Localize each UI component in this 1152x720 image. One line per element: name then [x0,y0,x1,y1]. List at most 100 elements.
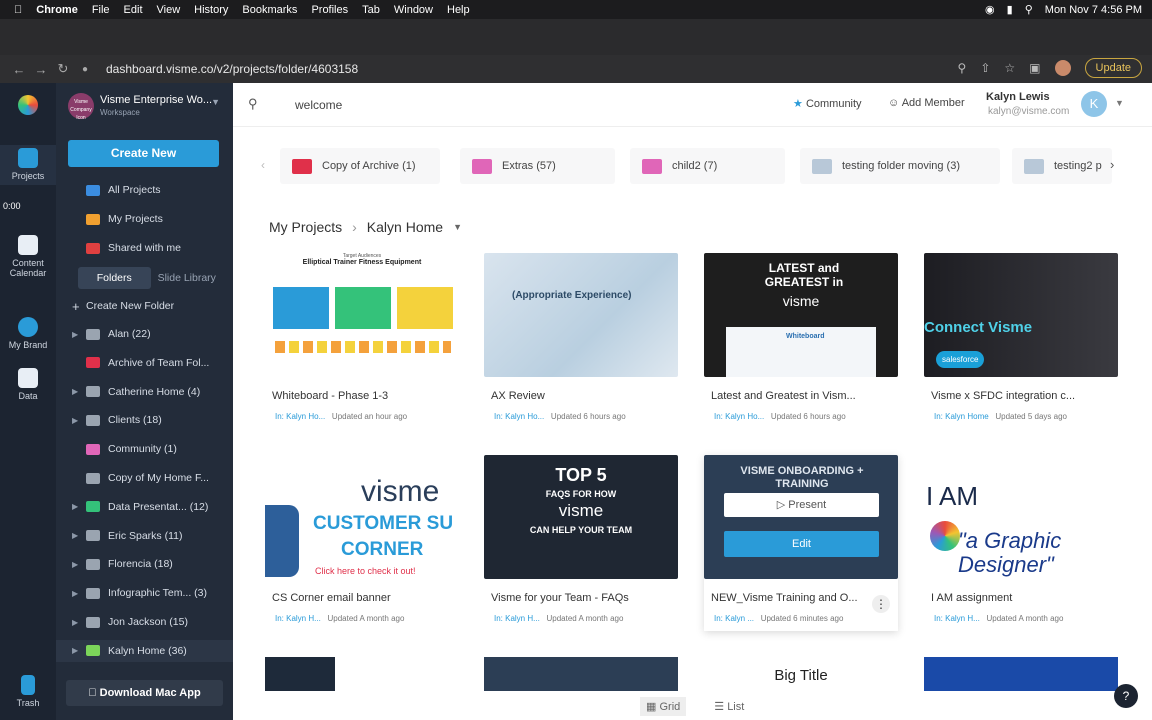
breadcrumb-root[interactable]: My Projects [269,219,342,235]
spotlight-icon[interactable]: ⚲ [1025,3,1033,16]
project-title[interactable]: Visme for your Team - FAQs [491,592,676,604]
project-folder-link[interactable]: In: Kalyn Ho... [494,412,544,421]
menu-history[interactable]: History [194,4,228,16]
menu-app-name[interactable]: Chrome [36,4,78,16]
project-folder-link[interactable]: In: Kalyn H... [494,614,540,623]
search-icon[interactable]: ⚲ [248,96,258,112]
folder-chip[interactable]: Extras (57) [460,148,615,184]
expand-arrow-icon[interactable]: ▶ [72,416,86,425]
battery-icon[interactable]: ▮ [1007,3,1013,16]
rail-projects[interactable]: Projects [0,145,56,185]
project-thumbnail[interactable]: LATEST and GREATEST in visme Whiteboard [704,253,898,377]
address-bar[interactable]: dashboard.visme.co/v2/projects/folder/46… [106,62,358,76]
update-button[interactable]: Update [1084,58,1142,78]
chevron-down-icon[interactable]: ▼ [1115,98,1124,108]
sidebar-folder[interactable]: ▶ Eric Sparks (11) [56,525,233,547]
present-button[interactable]: ▷ Present [724,493,879,517]
project-folder-link[interactable]: In: Kalyn H... [934,614,980,623]
tab-folders[interactable]: Folders [78,267,151,289]
project-title[interactable]: Visme x SFDC integration c... [931,390,1116,402]
project-folder-link[interactable]: In: Kalyn Ho... [275,412,325,421]
project-card[interactable]: TOP 5 FAQS FOR HOW visme CAN HELP YOUR T… [484,455,678,623]
sidebar-item-my-projects[interactable]: My Projects [56,208,233,230]
menu-help[interactable]: Help [447,4,470,16]
sidebar-folder[interactable]: Archive of Team Fol... [56,352,233,374]
project-card-hovered[interactable]: VISME ONBOARDING + TRAINING ▷ Present Ed… [704,455,898,631]
menu-view[interactable]: View [157,4,181,16]
expand-arrow-icon[interactable]: ▶ [72,589,86,598]
reload-icon[interactable]: ↻ [52,61,74,77]
chevron-left-icon[interactable]: ‹ [261,158,265,172]
apple-icon[interactable]:  [14,4,22,16]
search-input[interactable]: welcome [295,98,342,112]
menu-window[interactable]: Window [394,4,433,16]
folder-chip[interactable]: child2 (7) [630,148,785,184]
project-thumbnail[interactable] [484,657,678,691]
rail-my-brand[interactable]: My Brand [0,317,56,350]
tab-slide-library[interactable]: Slide Library [151,267,224,289]
forward-icon[interactable]: → [30,62,52,77]
project-folder-link[interactable]: In: Kalyn Home [934,412,989,421]
wifi-icon[interactable]: ◉ [985,3,995,16]
sidebar-item-shared-with-me[interactable]: Shared with me [56,237,233,259]
project-thumbnail[interactable]: VISME ONBOARDING + TRAINING ▷ Present Ed… [704,455,898,579]
menubar-clock[interactable]: Mon Nov 7 4:56 PM [1045,4,1142,16]
project-thumbnail[interactable]: TOP 5 FAQS FOR HOW visme CAN HELP YOUR T… [484,455,678,579]
expand-arrow-icon[interactable]: ▶ [72,560,86,569]
project-thumbnail[interactable] [924,657,1118,691]
share-icon[interactable]: ⇧ [980,61,990,75]
expand-arrow-icon[interactable]: ▶ [72,531,86,540]
folder-chip[interactable]: testing folder moving (3) [800,148,1000,184]
project-title[interactable]: Whiteboard - Phase 1-3 [272,390,457,402]
sidebar-folder[interactable]: ▶ Kalyn Home (36) [56,639,233,662]
sidebar-folder[interactable]: ▶ Data Presentat... (12) [56,496,233,518]
expand-arrow-icon[interactable]: ▶ [72,330,86,339]
project-title[interactable]: CS Corner email banner [272,592,457,604]
menu-file[interactable]: File [92,4,110,16]
sidebar-folder[interactable]: ▶ Clients (18) [56,409,233,431]
expand-arrow-icon[interactable]: ▶ [72,387,86,396]
project-card[interactable]: LATEST and GREATEST in visme Whiteboard … [704,253,898,421]
menu-edit[interactable]: Edit [124,4,143,16]
project-folder-link[interactable]: In: Kalyn H... [275,614,321,623]
sidebar-folder[interactable]: ▶ Jon Jackson (15) [56,611,233,633]
folder-chip[interactable]: Copy of Archive (1) [280,148,440,184]
folder-chip[interactable]: testing2 p [1012,148,1112,184]
expand-arrow-icon[interactable]: ▶ [72,646,86,655]
menu-profiles[interactable]: Profiles [311,4,348,16]
expand-arrow-icon[interactable]: ▶ [72,502,86,511]
project-title[interactable]: AX Review [491,390,676,402]
project-thumbnail[interactable] [265,657,459,691]
project-folder-link[interactable]: In: Kalyn Ho... [714,412,764,421]
project-thumbnail[interactable]: Big Title [704,657,898,691]
workspace-switcher[interactable]: Visme Company Icon Visme Enterprise Wo..… [68,91,228,121]
project-title[interactable]: I AM assignment [931,592,1116,604]
extensions-icon[interactable]: ▣ [1029,61,1040,75]
community-link[interactable]: ★ Community [793,97,862,110]
sidebar-folder[interactable]: Community (1) [56,438,233,460]
edit-button[interactable]: Edit [724,531,879,557]
project-folder-link[interactable]: In: Kalyn ... [714,614,754,623]
project-card[interactable]: visme CUSTOMER SU CORNER Click here to c… [265,455,459,623]
avatar[interactable]: K [1081,91,1107,117]
zoom-icon[interactable]: ⚲ [958,61,967,75]
bookmark-star-icon[interactable]: ☆ [1004,61,1015,75]
rail-content-calendar[interactable]: Content Calendar [0,235,56,278]
project-thumbnail[interactable]: (Appropriate Experience) [484,253,678,377]
project-card[interactable]: I AM "a Graphic Designer" I AM assignmen… [924,455,1118,623]
grid-view-button[interactable]: ▦ Grid [640,697,687,716]
help-button[interactable]: ? [1114,684,1138,708]
project-thumbnail[interactable]: visme CUSTOMER SU CORNER Click here to c… [265,455,459,579]
sidebar-folder[interactable]: ▶ Florencia (18) [56,553,233,575]
project-card[interactable]: (Appropriate Experience) AX Review In: K… [484,253,678,421]
rail-data[interactable]: Data [0,368,56,401]
sidebar-folder[interactable]: ▶ Catherine Home (4) [56,381,233,403]
chevron-down-icon[interactable]: ▼ [453,222,462,232]
project-card[interactable]: Target Audiences Elliptical Trainer Fitn… [265,253,459,421]
expand-arrow-icon[interactable]: ▶ [72,618,86,627]
profile-avatar[interactable] [1054,60,1071,76]
menu-bookmarks[interactable]: Bookmarks [242,4,297,16]
project-title[interactable]: Latest and Greatest in Vism... [711,390,896,402]
add-member-button[interactable]: ☺ Add Member [888,97,965,109]
download-mac-app-button[interactable]:  Download Mac App [66,680,223,706]
